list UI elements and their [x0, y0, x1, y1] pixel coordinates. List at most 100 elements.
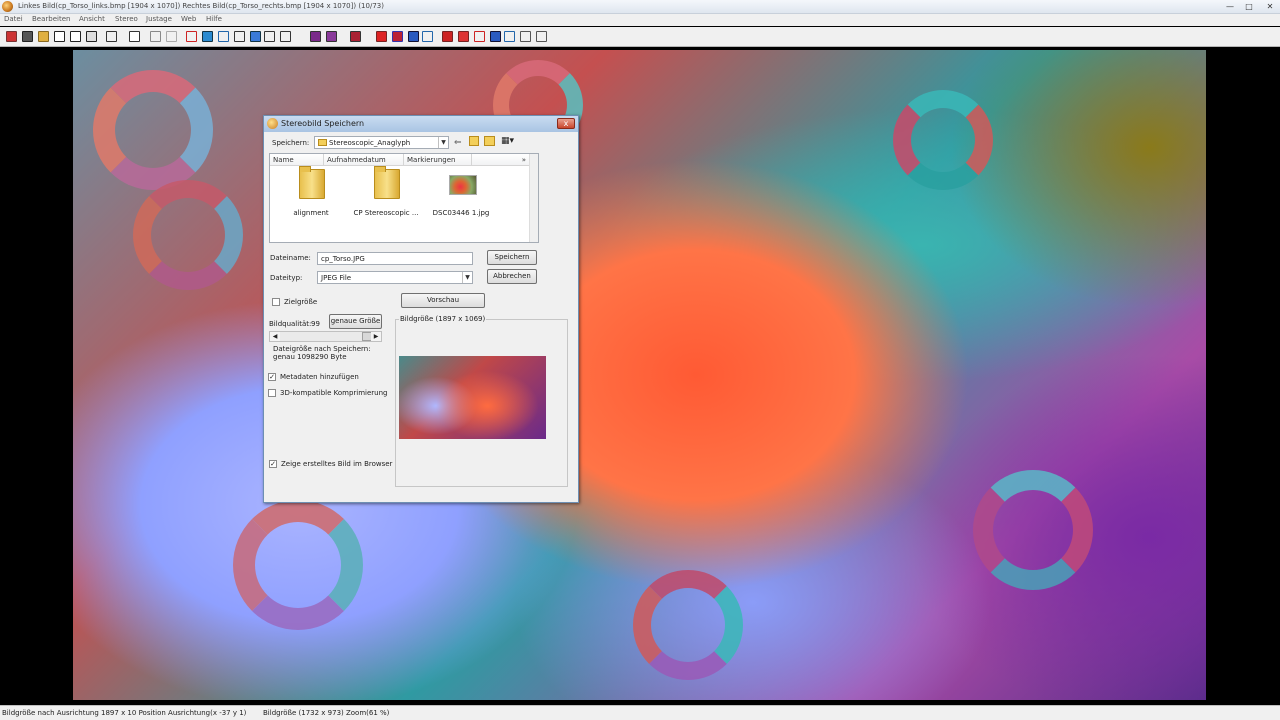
- image-ring: [133, 180, 243, 290]
- 3d-compression-label: 3D-kompatible Komprimierung: [280, 389, 388, 397]
- preview-button[interactable]: Vorschau: [401, 293, 485, 308]
- dialog-app-icon: [267, 118, 278, 129]
- save-icon[interactable]: [129, 31, 140, 42]
- anaglyph-icon[interactable]: [350, 31, 361, 42]
- grid-icon[interactable]: [474, 31, 485, 42]
- status-right: Bildgröße (1732 x 973) Zoom(61 %): [263, 709, 390, 717]
- image-file-icon: [449, 175, 477, 195]
- save-pair-icon[interactable]: [86, 31, 97, 42]
- prev-icon[interactable]: [250, 31, 261, 42]
- save-right-icon[interactable]: [70, 31, 81, 42]
- frame-icon[interactable]: [218, 31, 229, 42]
- file-item-name: DSC03446 1.jpg: [432, 209, 490, 217]
- file-item[interactable]: DSC03446 1.jpg: [425, 169, 497, 229]
- menu-justage[interactable]: Justage: [146, 15, 172, 23]
- window-title: Linkes Bild(cp_Torso_links.bmp [1904 x 1…: [18, 2, 384, 10]
- up-folder-icon[interactable]: [469, 136, 479, 146]
- 3d-compression-checkbox[interactable]: [268, 389, 276, 397]
- network-icon[interactable]: [504, 31, 515, 42]
- side-by-side-icon[interactable]: [310, 31, 321, 42]
- dialog-title-bar: Stereobild Speichern x: [264, 116, 578, 132]
- save-in-value: Stereoscopic_Anaglyph: [329, 139, 411, 147]
- filename-value: cp_Torso.JPG: [321, 255, 365, 263]
- redo-icon[interactable]: [166, 31, 177, 42]
- quality-slider[interactable]: ◀ ▶: [269, 331, 382, 342]
- save-left-icon[interactable]: [54, 31, 65, 42]
- close-button[interactable]: ✕: [1262, 1, 1278, 12]
- crop-icon[interactable]: [106, 31, 117, 42]
- color-right-icon[interactable]: [458, 31, 469, 42]
- image-ring: [633, 570, 743, 680]
- show-in-browser-checkbox[interactable]: ✓: [269, 460, 277, 468]
- red-blue-icon[interactable]: [392, 31, 403, 42]
- bars-icon[interactable]: [490, 31, 501, 42]
- align-icon[interactable]: [186, 31, 197, 42]
- metadata-checkbox[interactable]: ✓: [268, 373, 276, 381]
- file-item[interactable]: alignment: [275, 166, 347, 229]
- folder-icon: [318, 139, 327, 146]
- show-in-browser-label: Zeige erstelltes Bild im Browser: [281, 460, 393, 468]
- back-icon[interactable]: ⇐: [454, 138, 462, 148]
- image-preview: [399, 356, 546, 439]
- help-icon[interactable]: [536, 31, 547, 42]
- minimize-button[interactable]: —: [1222, 1, 1238, 12]
- menu-bearbeiten[interactable]: Bearbeiten: [32, 15, 70, 23]
- new-folder-icon[interactable]: [484, 136, 495, 146]
- column-header-more[interactable]: »: [472, 154, 530, 166]
- column-header-name[interactable]: Name: [270, 154, 324, 166]
- color-left-icon[interactable]: [442, 31, 453, 42]
- save-button[interactable]: Speichern: [487, 250, 537, 265]
- image-size-group-title: Bildgröße (1897 x 1069): [399, 315, 487, 323]
- depth-icon[interactable]: [422, 31, 433, 42]
- red-icon[interactable]: [376, 31, 387, 42]
- maximize-button[interactable]: □: [1241, 1, 1257, 12]
- menu-web[interactable]: Web: [181, 15, 196, 23]
- folder-icon[interactable]: [38, 31, 49, 42]
- file-item[interactable]: CP Stereoscopic ...: [350, 166, 422, 229]
- image-ring: [93, 70, 213, 190]
- filename-input[interactable]: cp_Torso.JPG: [317, 252, 473, 265]
- menu-stereo[interactable]: Stereo: [115, 15, 138, 23]
- open-icon[interactable]: [6, 31, 17, 42]
- undo-icon[interactable]: [150, 31, 161, 42]
- menu-datei[interactable]: Datei: [4, 15, 23, 23]
- fit-icon[interactable]: [202, 31, 213, 42]
- hdr-icon[interactable]: [520, 31, 531, 42]
- filename-label: Dateiname:: [270, 254, 311, 262]
- file-list-scrollbar[interactable]: [529, 154, 538, 242]
- metadata-label: Metadaten hinzufügen: [280, 373, 359, 381]
- stereo-image-canvas[interactable]: [73, 50, 1206, 700]
- status-bar: Bildgröße nach Ausrichtung 1897 x 10 Pos…: [0, 705, 1280, 720]
- camera-icon[interactable]: [22, 31, 33, 42]
- quality-value: 99: [311, 320, 320, 328]
- scroll-left-icon[interactable]: ◀: [270, 332, 280, 341]
- column-header-date[interactable]: Aufnahmedatum: [324, 154, 404, 166]
- interlaced-icon[interactable]: [326, 31, 337, 42]
- expand-icon[interactable]: [234, 31, 245, 42]
- layout-icon[interactable]: [280, 31, 291, 42]
- filetype-label: Dateityp:: [270, 274, 303, 282]
- chevron-down-icon: ▼: [438, 137, 448, 148]
- blue-icon[interactable]: [408, 31, 419, 42]
- image-ring: [233, 500, 363, 630]
- window-icon[interactable]: [264, 31, 275, 42]
- column-header-tags[interactable]: Markierungen: [404, 154, 472, 166]
- image-ring: [893, 90, 993, 190]
- filetype-combo[interactable]: JPEG File ▼: [317, 271, 473, 284]
- app-icon: [2, 1, 13, 12]
- dialog-close-button[interactable]: x: [557, 118, 575, 129]
- save-in-combo[interactable]: Stereoscopic_Anaglyph ▼: [314, 136, 449, 149]
- folder-icon: [374, 166, 400, 199]
- scroll-right-icon[interactable]: ▶: [371, 332, 381, 341]
- menu-ansicht[interactable]: Ansicht: [79, 15, 105, 23]
- view-menu-icon[interactable]: ▦▾: [501, 136, 514, 146]
- target-size-label: Zielgröße: [284, 298, 318, 306]
- file-item-name: alignment: [293, 209, 329, 217]
- quality-label: Bildqualität:: [269, 320, 312, 328]
- cancel-button[interactable]: Abbrechen: [487, 269, 537, 284]
- size-info-line-2: genau 1098290 Byte: [273, 353, 347, 361]
- image-ring: [973, 470, 1093, 590]
- menu-hilfe[interactable]: Hilfe: [206, 15, 222, 23]
- target-size-checkbox[interactable]: [272, 298, 280, 306]
- exact-size-button[interactable]: genaue Größe: [329, 314, 382, 329]
